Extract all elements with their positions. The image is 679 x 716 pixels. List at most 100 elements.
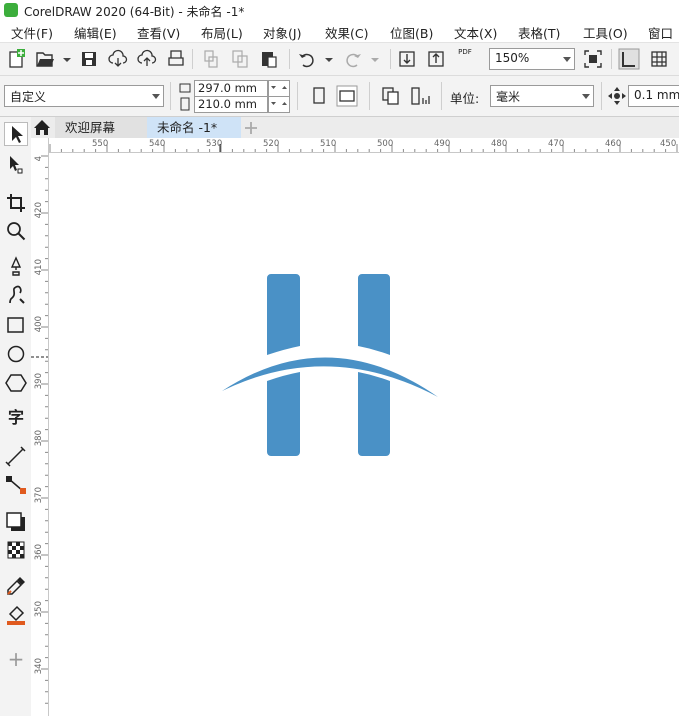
menu-bitmaps[interactable]: 位图(B) bbox=[390, 23, 433, 42]
open-folder-icon[interactable] bbox=[34, 48, 56, 70]
ruler-h-label: 510 bbox=[320, 139, 337, 149]
cut-icon[interactable] bbox=[200, 48, 222, 70]
logo-left-bar-bottom[interactable] bbox=[267, 372, 300, 456]
portrait-orientation-icon[interactable] bbox=[308, 85, 330, 107]
units-value: 毫米 bbox=[496, 90, 521, 104]
tab-untitled-document[interactable]: 未命名 -1* bbox=[147, 117, 241, 138]
vertical-ruler-ticks bbox=[31, 155, 48, 704]
toolbar-separator bbox=[369, 82, 370, 110]
ruler-v-label: 380 bbox=[34, 430, 44, 447]
menu-effects[interactable]: 效果(C) bbox=[325, 23, 368, 42]
menu-layout[interactable]: 布局(L) bbox=[201, 23, 243, 42]
full-screen-icon[interactable] bbox=[582, 48, 604, 70]
copy-icon[interactable] bbox=[229, 48, 251, 70]
page-height-stepper-icon[interactable] bbox=[268, 96, 290, 113]
logo-right-bar-top[interactable] bbox=[358, 274, 390, 355]
toolbar-separator bbox=[289, 49, 290, 69]
import-icon[interactable] bbox=[396, 48, 418, 70]
chevron-down-icon bbox=[563, 57, 571, 62]
standard-toolbar: PDF 150% bbox=[0, 43, 679, 76]
customize-toolbox-add-icon[interactable]: + bbox=[4, 647, 28, 671]
all-pages-icon[interactable] bbox=[380, 85, 402, 107]
toolbar-separator bbox=[192, 49, 193, 69]
zoom-level-value: 150% bbox=[495, 51, 530, 65]
logo-arc-swoosh[interactable] bbox=[222, 357, 438, 397]
drop-shadow-tool-icon[interactable] bbox=[4, 510, 28, 534]
ruler-h-label: 490 bbox=[434, 139, 451, 149]
text-tool-icon[interactable]: 字 bbox=[4, 406, 28, 430]
ruler-h-label: 450 bbox=[660, 139, 677, 149]
shape-tool-icon[interactable] bbox=[4, 153, 28, 177]
ruler-h-label: 460 bbox=[605, 139, 622, 149]
connector-tool-icon[interactable] bbox=[4, 473, 28, 497]
cloud-download-icon[interactable] bbox=[107, 48, 129, 70]
print-icon[interactable] bbox=[165, 48, 187, 70]
color-eyedropper-tool-icon[interactable] bbox=[4, 574, 28, 598]
menu-table[interactable]: 表格(T) bbox=[518, 23, 560, 42]
drawing-canvas[interactable] bbox=[49, 153, 679, 716]
page-height-input[interactable]: 210.0 mm bbox=[194, 96, 268, 113]
menu-view[interactable]: 查看(V) bbox=[137, 23, 180, 42]
menu-window[interactable]: 窗口 bbox=[648, 23, 673, 42]
parallel-dimension-tool-icon[interactable] bbox=[4, 445, 28, 469]
logo-right-bar-bottom[interactable] bbox=[358, 372, 390, 456]
interactive-fill-tool-icon[interactable] bbox=[4, 603, 28, 627]
paste-icon[interactable] bbox=[258, 48, 280, 70]
page-height-icon bbox=[180, 97, 190, 111]
landscape-orientation-icon[interactable] bbox=[336, 85, 358, 107]
undo-icon[interactable] bbox=[296, 48, 318, 70]
units-select[interactable]: 毫米 bbox=[490, 85, 594, 107]
new-tab-plus-icon[interactable] bbox=[243, 120, 259, 136]
rectangle-tool-icon[interactable] bbox=[4, 313, 28, 337]
menu-edit[interactable]: 编辑(E) bbox=[74, 23, 117, 42]
page-width-stepper-icon[interactable] bbox=[268, 80, 290, 97]
ruler-h-label: 470 bbox=[548, 139, 565, 149]
ruler-v-label: 370 bbox=[34, 487, 44, 504]
menu-text[interactable]: 文本(X) bbox=[454, 23, 497, 42]
tab-welcome-screen[interactable]: 欢迎屏幕 bbox=[55, 117, 147, 138]
freehand-tool-icon[interactable] bbox=[4, 255, 28, 279]
logo-left-bar-top[interactable] bbox=[267, 274, 300, 355]
menu-tools[interactable]: 工具(O) bbox=[583, 23, 628, 42]
page-size-preset-select[interactable]: 自定义 bbox=[4, 85, 164, 107]
redo-dropdown-arrow-icon[interactable] bbox=[364, 48, 386, 70]
menu-object[interactable]: 对象(J) bbox=[263, 23, 301, 42]
artistic-media-tool-icon[interactable] bbox=[4, 284, 28, 308]
ruler-v-label: 410 bbox=[34, 259, 44, 276]
ruler-h-label: 530 bbox=[206, 139, 223, 149]
h-logo-artwork[interactable] bbox=[219, 271, 439, 461]
ruler-h-label: 520 bbox=[263, 139, 280, 149]
menu-file[interactable]: 文件(F) bbox=[11, 23, 53, 42]
nudge-distance-icon bbox=[608, 87, 626, 105]
current-page-icon[interactable] bbox=[409, 85, 431, 107]
document-tab-bar: 欢迎屏幕 未命名 -1* bbox=[31, 117, 679, 138]
home-icon[interactable] bbox=[33, 119, 51, 136]
polygon-tool-icon[interactable] bbox=[4, 371, 28, 395]
zoom-tool-icon[interactable] bbox=[4, 219, 28, 243]
rulers-toggle-icon[interactable] bbox=[618, 48, 640, 70]
zoom-level-combo[interactable]: 150% bbox=[489, 48, 575, 70]
toolbar-separator bbox=[441, 82, 442, 110]
vertical-ruler[interactable]: 4 420 410 400 390 380 370 360 350 340 bbox=[31, 138, 49, 716]
save-icon[interactable] bbox=[78, 48, 100, 70]
ruler-v-label: 390 bbox=[34, 373, 44, 390]
transparency-tool-icon[interactable] bbox=[4, 538, 28, 562]
horizontal-ruler[interactable]: 550 540 530 520 510 500 490 480 470 460 … bbox=[48, 138, 679, 153]
page-width-input[interactable]: 297.0 mm bbox=[194, 80, 268, 97]
grid-toggle-icon[interactable] bbox=[648, 48, 670, 70]
open-dropdown-arrow-icon[interactable] bbox=[56, 48, 78, 70]
ruler-h-label: 480 bbox=[491, 139, 508, 149]
undo-dropdown-arrow-icon[interactable] bbox=[318, 48, 340, 70]
export-icon[interactable] bbox=[425, 48, 447, 70]
redo-icon[interactable] bbox=[342, 48, 364, 70]
new-document-icon[interactable] bbox=[6, 48, 28, 70]
ruler-v-label: 350 bbox=[34, 601, 44, 618]
ellipse-tool-icon[interactable] bbox=[4, 342, 28, 366]
publish-pdf-icon[interactable]: PDF bbox=[454, 48, 476, 70]
crop-tool-icon[interactable] bbox=[4, 191, 28, 215]
nudge-distance-input[interactable]: 0.1 mm bbox=[628, 85, 679, 107]
ruler-v-label: 4 bbox=[34, 156, 44, 162]
pick-tool-icon[interactable] bbox=[4, 122, 28, 146]
cloud-upload-icon[interactable] bbox=[136, 48, 158, 70]
title-bar: CorelDRAW 2020 (64-Bit) - 未命名 -1* bbox=[0, 0, 679, 20]
